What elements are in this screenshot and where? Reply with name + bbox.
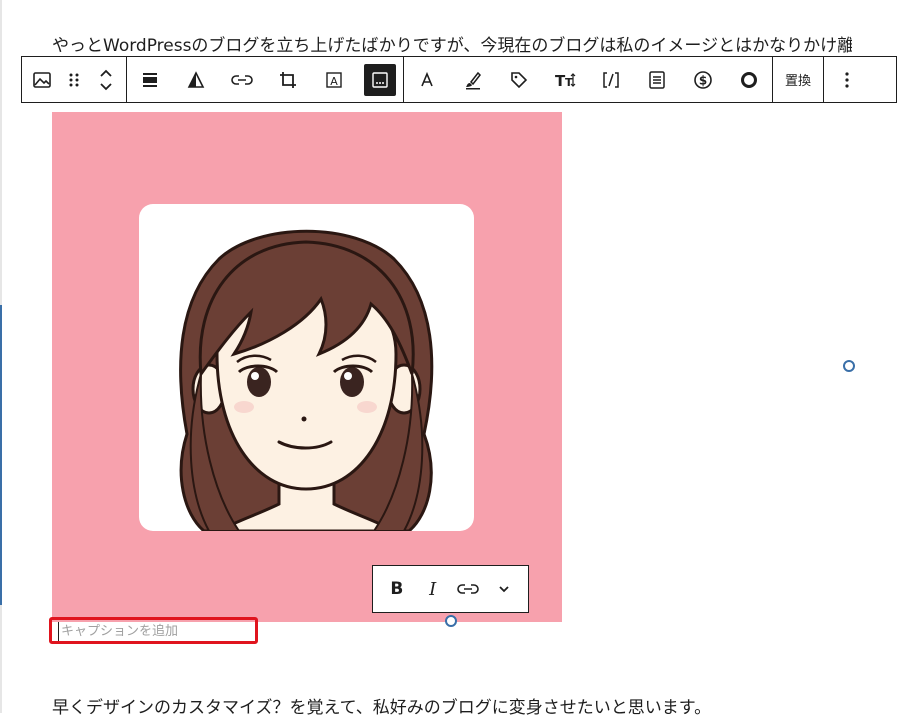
text-size-button[interactable]: T T [542,57,588,102]
align-button[interactable] [127,57,173,102]
format-toolbar: B I [372,565,529,613]
bold-button[interactable]: B [381,573,413,605]
toolbar-group-tools: A [127,57,404,102]
tag-button[interactable] [496,57,542,102]
resize-handle-bottom[interactable] [445,615,457,627]
toolbar-group-more [824,57,870,102]
text-over-image-icon: A [326,71,342,88]
chevron-down-icon[interactable] [99,82,113,91]
block-type-button[interactable] [22,57,62,102]
resize-handle-right[interactable] [843,360,855,372]
toolbar-group-plugins: T T $ [404,57,773,102]
caption-toggle-button[interactable] [357,57,403,102]
image-block[interactable] [52,112,562,622]
text-size-icon: T T [555,72,576,89]
chevron-down-icon [499,586,509,593]
chevron-up-icon[interactable] [99,69,113,78]
avatar-image [139,204,474,531]
caption-input[interactable] [58,622,251,641]
caption-highlight [49,617,258,644]
svg-text:$: $ [699,73,707,87]
brush-button[interactable] [450,57,496,102]
drag-handle-icon [69,73,79,86]
svg-text:T: T [565,76,573,89]
caption-icon [372,71,388,88]
code-icon [603,71,619,88]
link-button[interactable] [219,57,265,102]
text-over-image-button[interactable]: A [311,57,357,102]
more-vertical-icon [845,71,849,88]
crop-icon [280,71,296,88]
italic-button[interactable]: I [417,573,449,605]
paragraph-bottom[interactable]: 早くデザインのカスタマイズ？を覚えて、私好みのブログに変身させたいと思います。 [52,693,872,723]
drag-handle-button[interactable] [62,57,86,102]
circle-icon [741,71,757,88]
tag-icon [511,71,528,88]
font-button[interactable] [404,57,450,102]
link-format-button[interactable] [452,573,484,605]
brush-icon [466,71,481,89]
more-formats-button[interactable] [488,573,520,605]
svg-text:A: A [330,75,338,88]
link-icon [231,74,253,85]
code-button[interactable] [588,57,634,102]
dollar-icon: $ [694,70,712,89]
more-options-button[interactable] [824,57,870,102]
duotone-icon [187,70,205,88]
duotone-button[interactable] [173,57,219,102]
circle-button[interactable] [726,57,772,102]
list-icon [649,70,665,89]
font-icon [421,71,433,86]
toolbar-group-replace: 置換 [773,57,824,102]
block-mover [86,69,126,91]
image-icon [33,71,51,88]
list-button[interactable] [634,57,680,102]
replace-button[interactable]: 置換 [773,57,823,102]
dollar-button[interactable]: $ [680,57,726,102]
toolbar-group-block [22,57,127,102]
avatar-illustration [179,229,434,531]
link-icon [457,584,480,594]
block-toolbar: A T T $ 置換 [21,56,897,103]
editor-left-edge-mark [0,305,2,605]
crop-button[interactable] [265,57,311,102]
align-icon [143,72,157,87]
